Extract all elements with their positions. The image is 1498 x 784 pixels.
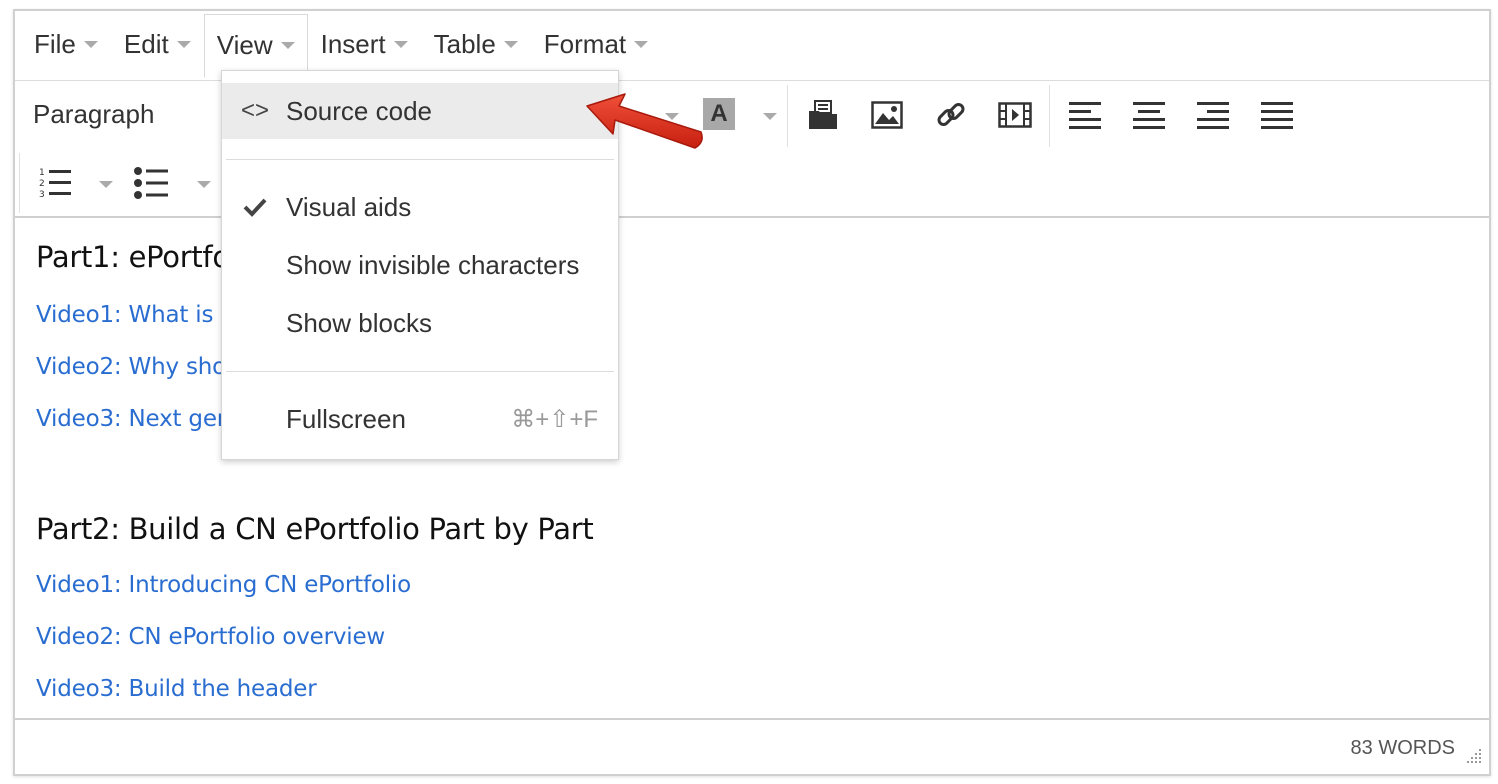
chevron-down-icon [393,41,408,48]
chevron-down-icon [176,41,191,48]
numbered-list-caret[interactable] [89,171,115,197]
insert-image-button[interactable] [869,97,905,133]
red-arrow-icon [586,93,703,149]
menu-item-show-invisible-characters[interactable]: Show invisible characters [222,237,618,293]
chevron-down-icon [83,41,98,48]
menu-edit-label: Edit [123,29,169,59]
insert-link-button[interactable] [933,97,969,133]
numbered-list-icon: 1 2 3 [39,168,71,200]
menu-item-source-code[interactable]: <> Source code [222,83,618,139]
chevron-down-icon [763,112,777,120]
folder-icon [809,100,837,129]
chevron-down-icon [280,42,295,49]
menu-item-label: Show blocks [286,307,432,338]
svg-text:1: 1 [39,168,45,178]
menu-format[interactable]: Format [531,15,661,75]
bullet-list-icon [134,167,168,199]
menu-view[interactable]: View [203,13,308,78]
align-right-button[interactable] [1195,97,1231,133]
background-color-caret[interactable] [753,103,779,129]
toolbar-divider [19,153,20,213]
statusbar: 83 WORDS [15,718,1489,774]
heading-part2: Part2: Build a CN ePortfolio Part by Par… [36,512,594,546]
align-right-icon [1197,102,1229,129]
link-part1-video2[interactable]: Video2: Why sho [36,354,226,380]
link-part1-video1[interactable]: Video1: What is [36,302,213,328]
chevron-down-icon [634,41,649,48]
resize-handle-icon[interactable] [1463,745,1483,770]
menu-item-fullscreen[interactable]: Fullscreen ⌘+⇧+F [222,391,618,447]
menu-table[interactable]: Table [421,15,531,75]
insert-media-button[interactable] [997,97,1033,133]
view-menu-dropdown: <> Source code Visual aids Show invisibl… [221,70,619,460]
code-icon: <> [240,97,270,124]
svg-text:3: 3 [39,190,45,200]
menu-item-label: Fullscreen [286,403,406,434]
heading-part1: Part1: ePortfo [36,240,230,274]
menu-view-label: View [216,30,273,60]
link-icon [937,103,965,126]
chevron-down-icon [99,180,113,188]
menu-item-label: Visual aids [286,191,412,222]
fullscreen-shortcut: ⌘+⇧+F [511,405,598,433]
file-manager-button[interactable] [805,97,841,133]
menu-file[interactable]: File [21,15,111,75]
menu-edit[interactable]: Edit [111,15,204,75]
menu-insert-label: Insert [320,29,386,59]
chevron-down-icon [503,41,518,48]
link-part2-video3[interactable]: Video3: Build the header [36,676,317,702]
menu-insert[interactable]: Insert [308,15,421,75]
align-center-icon [1133,102,1165,129]
align-left-button[interactable] [1067,97,1103,133]
film-icon [998,102,1032,128]
numbered-list-button[interactable]: 1 2 3 [37,165,73,201]
menu-item-show-blocks[interactable]: Show blocks [222,295,618,351]
background-color-icon: A [703,98,735,130]
link-part1-video3[interactable]: Video3: Next gen [36,406,231,432]
align-center-button[interactable] [1131,97,1167,133]
image-icon [871,101,903,129]
chevron-down-icon [197,180,211,188]
menu-item-visual-aids[interactable]: Visual aids [222,179,618,235]
toolbar-divider [787,85,788,147]
align-justify-icon [1261,102,1293,129]
align-left-icon [1069,102,1101,129]
align-justify-button[interactable] [1259,97,1295,133]
svg-text:2: 2 [39,179,45,189]
toolbar-divider [1049,85,1050,147]
menu-file-label: File [34,29,76,59]
word-count: 83 WORDS [1350,737,1455,759]
menu-divider [226,371,614,372]
link-part2-video1[interactable]: Video1: Introducing CN ePortfolio [36,572,411,598]
bullet-list-button[interactable] [133,165,169,201]
menu-divider [226,159,614,160]
menu-item-label: Source code [286,95,432,126]
menu-format-label: Format [543,29,627,59]
checkmark-icon [240,197,270,217]
menu-table-label: Table [433,29,496,59]
link-part2-video2[interactable]: Video2: CN ePortfolio overview [36,624,385,650]
bullet-list-caret[interactable] [187,171,213,197]
menu-item-label: Show invisible characters [286,249,580,280]
format-select[interactable]: Paragraph [33,99,154,130]
